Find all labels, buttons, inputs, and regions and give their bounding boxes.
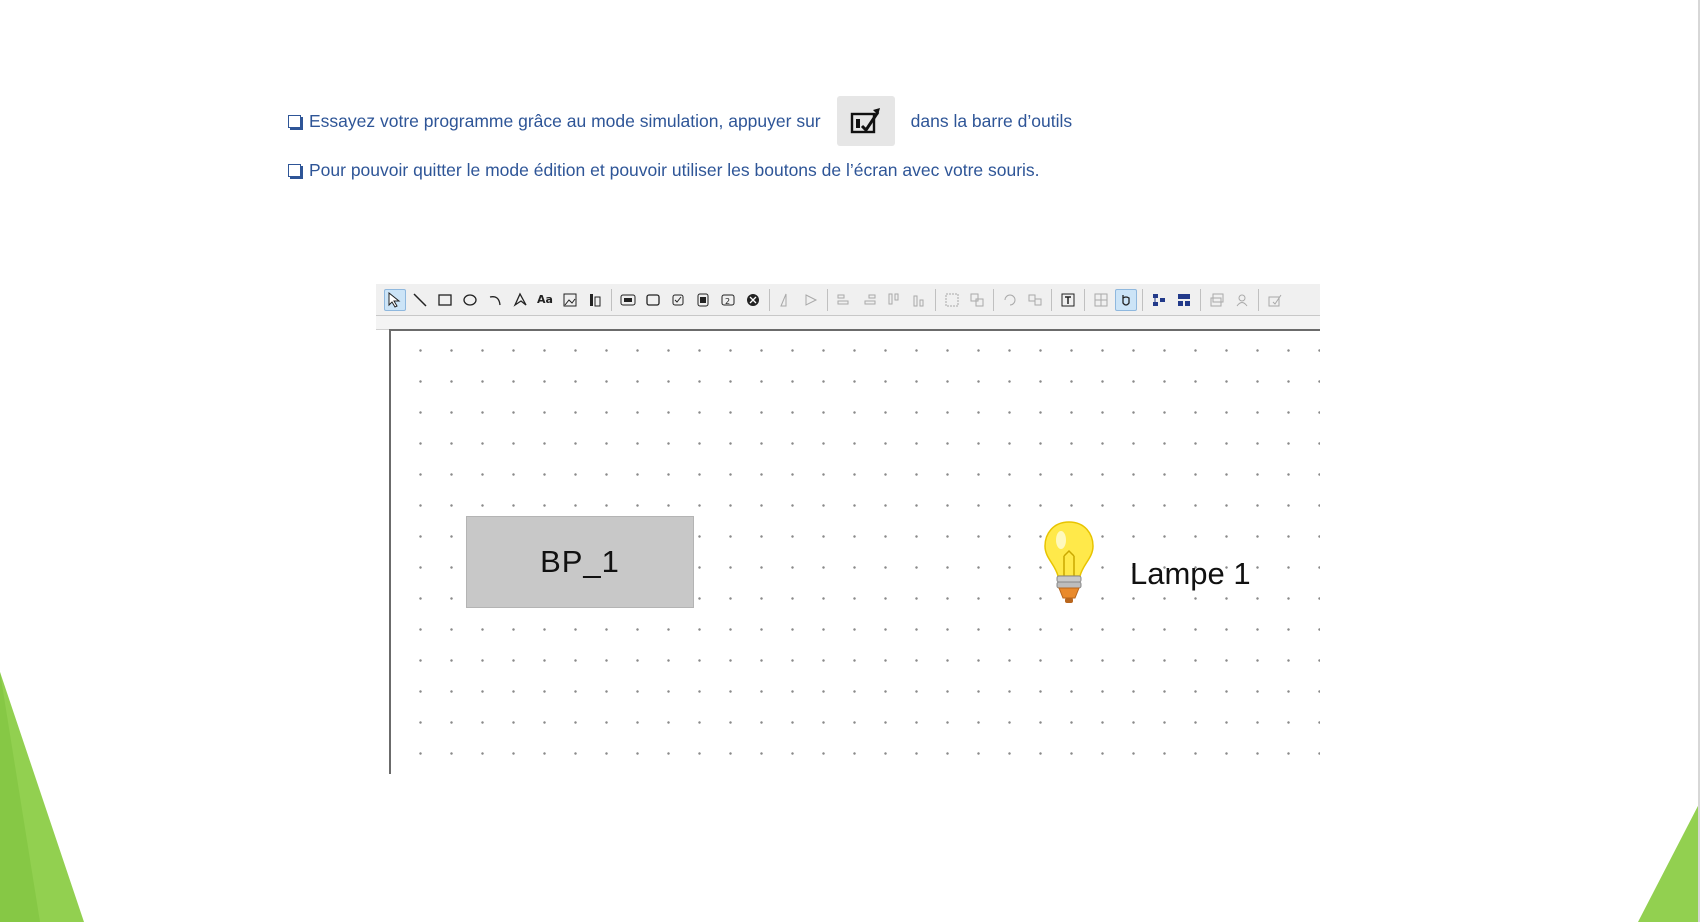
svg-text:2: 2 [725,297,730,306]
arc-tool-icon[interactable] [484,289,506,311]
lamp-label: Lampe 1 [1130,556,1251,591]
select-pointer-icon[interactable] [384,288,406,311]
run-simulation-icon[interactable] [1264,289,1286,311]
align-right-icon[interactable] [800,289,822,311]
window-icon[interactable] [1206,289,1228,311]
light-bulb-icon [1044,521,1094,603]
user-icon[interactable] [1231,289,1253,311]
toolbar-separator [769,288,770,311]
instruction-1-text-after: dans la barre d’outils [910,110,1073,131]
distribute-top-icon[interactable] [883,289,905,311]
properties-icon[interactable] [1057,289,1079,311]
simulation-mouse-icon[interactable] [1115,288,1137,311]
editor-toolbar: Aa 2 [376,284,1320,316]
ellipse-tool-icon[interactable] [459,289,481,311]
group-icon[interactable] [941,289,963,311]
green-triangle-left-decoration [0,672,84,922]
flip-icon[interactable] [1024,289,1046,311]
grid-toggle-icon[interactable] [1090,289,1112,311]
distribute-right-icon[interactable] [858,289,880,311]
simulation-mode-icon [850,108,880,134]
instruction-line-1: Essayez votre programme grâce au mode si… [288,96,1072,146]
gauge-object-icon[interactable] [742,289,764,311]
toolbar-separator [1142,288,1143,311]
toolbar-separator [611,288,612,311]
ungroup-icon[interactable] [966,289,988,311]
simulation-mode-button[interactable] [836,96,895,146]
image-tool-icon[interactable] [559,289,581,311]
text-tool-icon[interactable]: Aa [534,289,556,311]
push-button-object-icon[interactable] [642,289,664,311]
hierarchy-icon[interactable] [1148,289,1170,311]
rectangle-tool-icon[interactable] [434,289,456,311]
toolbar-separator [935,288,936,311]
toolbar-separator [1258,288,1259,311]
switch-object-icon[interactable] [692,289,714,311]
push-button-bp1[interactable]: BP_1 [466,516,694,608]
checkbox-bullet-icon [288,114,301,128]
instruction-line-2: Pour pouvoir quitter le mode édition et … [288,160,1040,181]
toolbar-separator [1051,288,1052,311]
instruction-2-text: Pour pouvoir quitter le mode édition et … [309,160,1040,180]
display-object-icon[interactable] [617,289,639,311]
tag-tool-icon[interactable] [584,289,606,311]
toolbar-separator [993,288,994,311]
editor-frame [376,316,1320,330]
align-left-icon[interactable] [775,289,797,311]
toolbar-separator [827,288,828,311]
toolbar-separator [1200,288,1201,311]
green-triangle-right-decoration [1638,802,1700,922]
distribute-bottom-icon[interactable] [908,289,930,311]
network-icon[interactable] [1173,289,1195,311]
polygon-tool-icon[interactable] [509,289,531,311]
checkbox-object-icon[interactable] [667,289,689,311]
instruction-1-text-before: Essayez votre programme grâce au mode si… [309,110,821,131]
distribute-left-icon[interactable] [833,289,855,311]
checkbox-bullet-icon [288,164,301,177]
numeric-display-icon[interactable]: 2 [717,289,739,311]
rotate-icon[interactable] [999,289,1021,311]
line-tool-icon[interactable] [409,289,431,311]
toolbar-separator [1084,288,1085,311]
